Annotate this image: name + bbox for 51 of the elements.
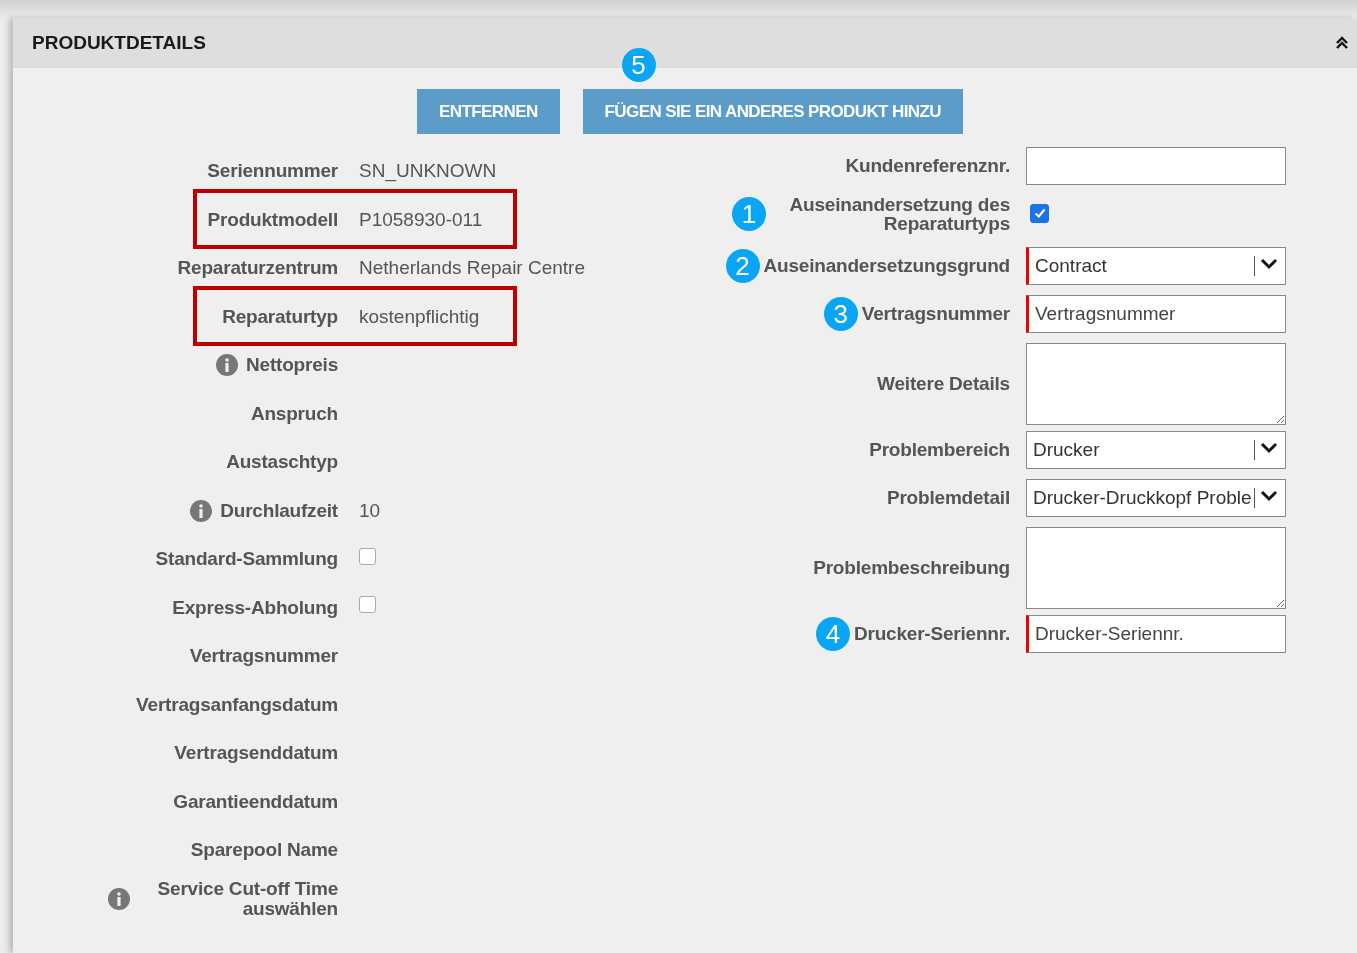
field-label: Vertragsnummer xyxy=(861,303,1010,325)
field-label: Problembeschreibung xyxy=(813,557,1010,579)
field-label: Nettopreis xyxy=(246,355,338,376)
field-label: Drucker-Seriennr. xyxy=(853,623,1010,645)
text-field[interactable]: Drucker-Seriennr. xyxy=(1026,615,1286,653)
collapse-icon[interactable] xyxy=(1335,36,1349,50)
field-label: Auseinandersetzungsgrund xyxy=(763,255,1010,277)
field-label: Garantieenddatum xyxy=(173,790,338,813)
field-label: Anspruch xyxy=(250,402,338,425)
field-label: Kundenreferenznr. xyxy=(845,155,1010,177)
field-label: Sparepool Name xyxy=(190,839,338,862)
text-area[interactable] xyxy=(1026,527,1286,609)
dropdown[interactable]: Drucker xyxy=(1026,431,1286,469)
field-value: P1058930-011 xyxy=(359,208,483,231)
checkbox[interactable] xyxy=(1030,203,1049,223)
number-badge: 4 xyxy=(815,617,850,651)
panel-title: PRODUKTDETAILS xyxy=(32,32,206,54)
number-badge: 2 xyxy=(725,249,760,283)
field-label: Vertragsanfangsdatum xyxy=(136,693,338,716)
field-label: Weitere Details xyxy=(877,373,1010,395)
field-label: Standard-Sammlung xyxy=(155,548,338,571)
field-value: kostenpflichtig xyxy=(359,305,480,328)
field-label: Vertragsenddatum xyxy=(174,742,338,765)
text-area[interactable] xyxy=(1026,343,1286,425)
field-value: Netherlands Repair Centre xyxy=(359,257,585,280)
check-icon xyxy=(1032,206,1047,221)
text-field[interactable]: Vertragsnummer xyxy=(1026,295,1286,333)
field-label: Problembereich xyxy=(869,439,1010,461)
field-label: Problemdetail xyxy=(886,487,1010,509)
number-badge: 3 xyxy=(823,297,858,331)
number-badge: 1 xyxy=(732,197,766,231)
info-icon[interactable] xyxy=(190,499,213,522)
checkbox[interactable] xyxy=(359,547,376,565)
field-label: Vertragsnummer xyxy=(189,645,338,668)
field-label: Reparaturzentrum xyxy=(177,257,338,280)
field-label: Reparaturtyp xyxy=(222,305,338,328)
field-label: Durchlaufzeit xyxy=(220,500,338,521)
field-value: SN_UNKNOWN xyxy=(359,160,497,183)
dropdown[interactable]: Contract xyxy=(1026,247,1286,285)
dropdown[interactable]: Drucker-Druckkopf Proble xyxy=(1026,479,1286,517)
field-value: 10 xyxy=(359,499,381,522)
field-label: Seriennummer xyxy=(207,160,338,183)
info-icon[interactable] xyxy=(216,354,239,377)
checkbox[interactable] xyxy=(359,596,376,614)
field-label: Express-Abholung xyxy=(172,596,338,619)
field-label: Auseinandersetzung des Reparaturtyps xyxy=(788,195,1010,233)
field-label: Service Cut-off Time auswählen xyxy=(156,878,338,919)
field-label: Produktmodell xyxy=(207,208,338,231)
info-icon[interactable] xyxy=(108,887,130,910)
field-label: Austaschtyp xyxy=(226,451,338,474)
text-field[interactable] xyxy=(1026,147,1286,185)
